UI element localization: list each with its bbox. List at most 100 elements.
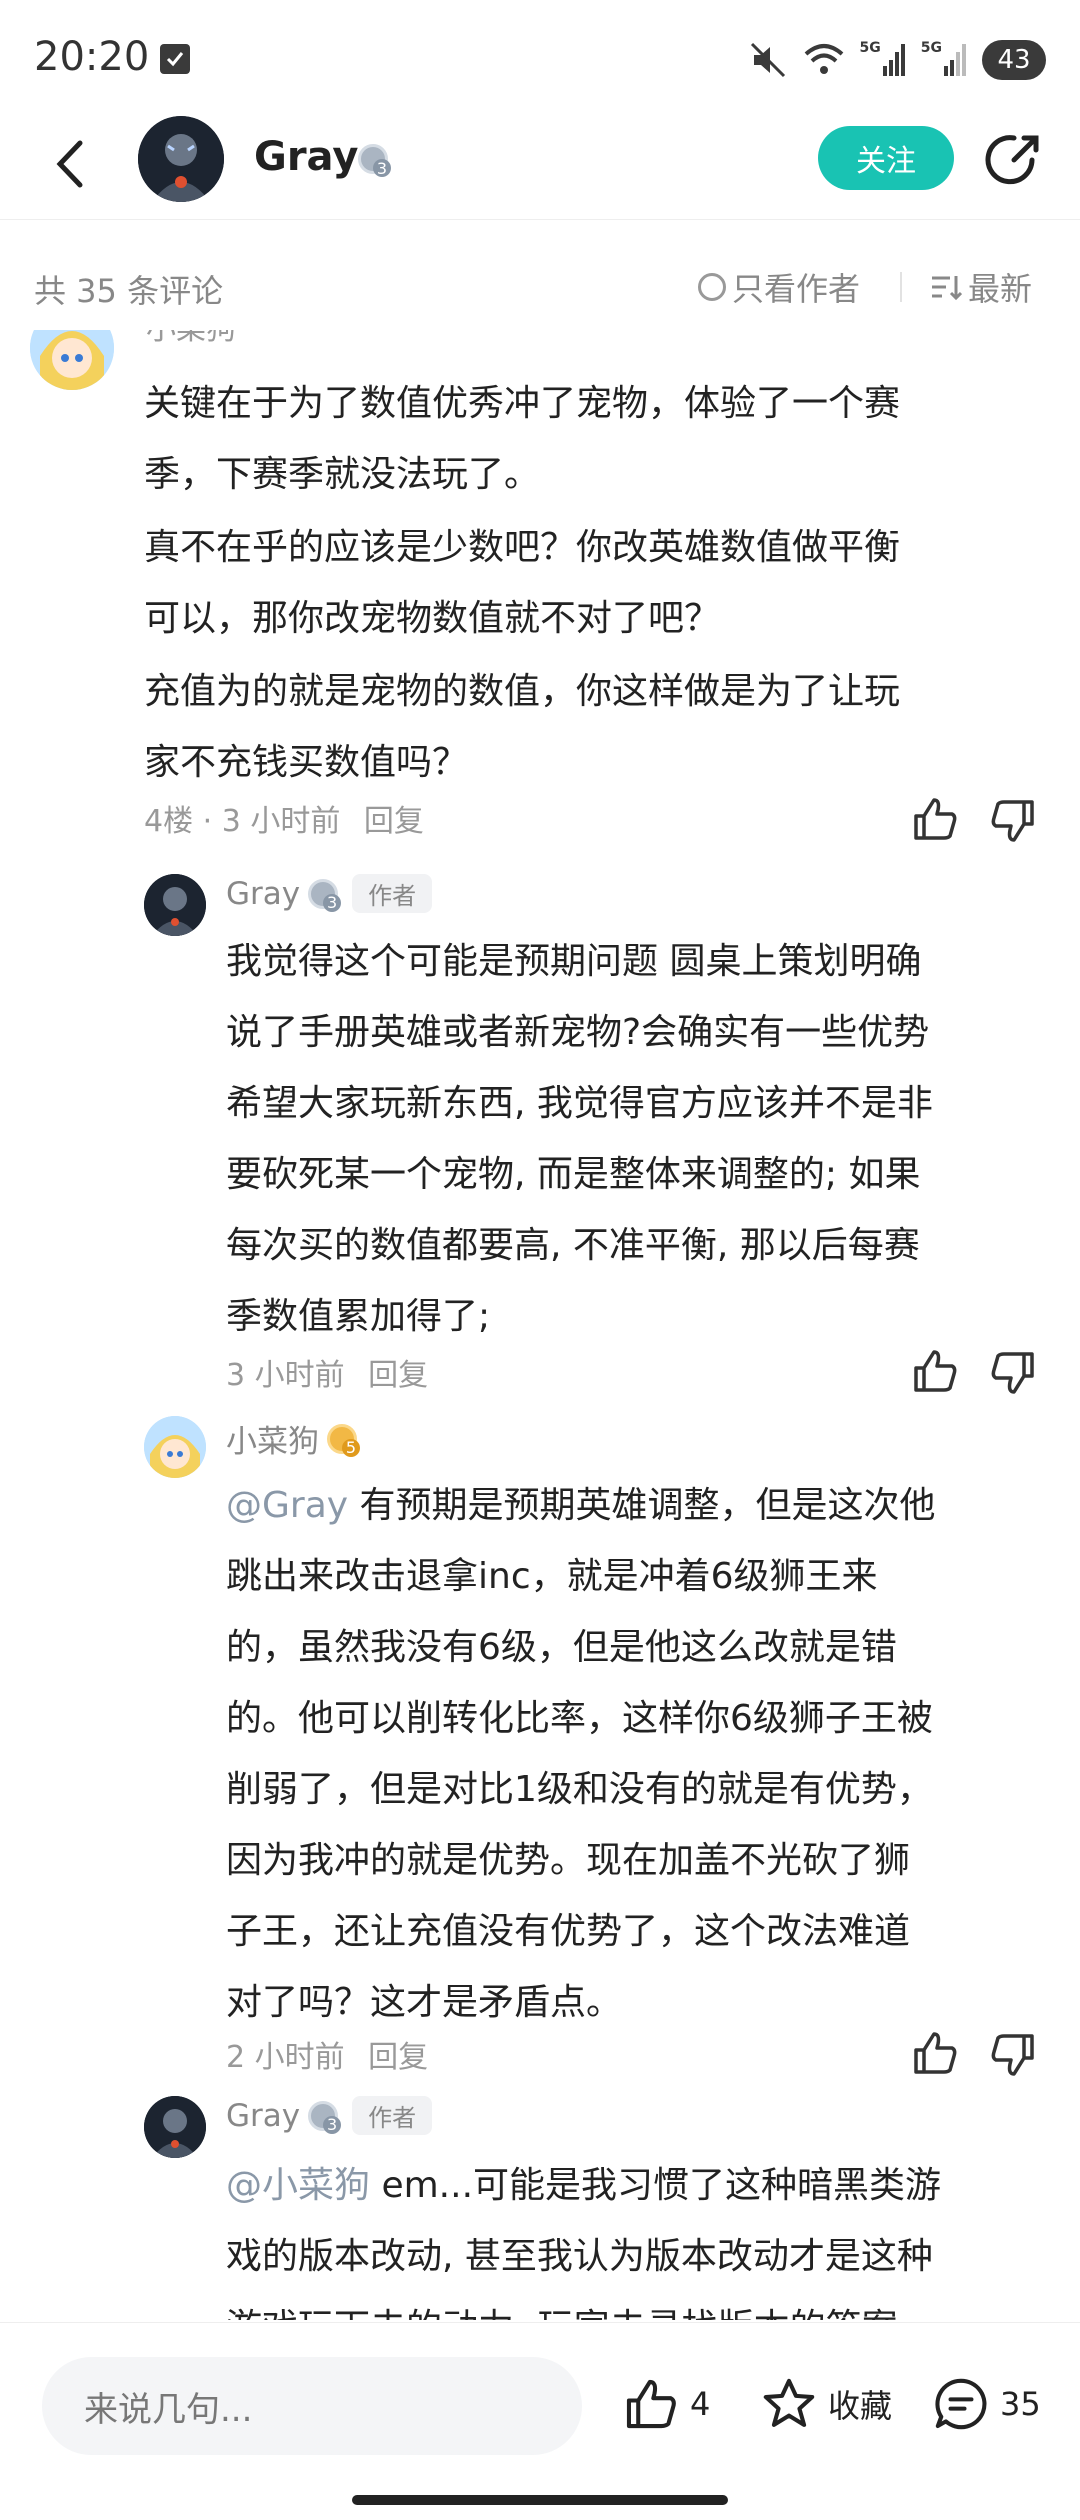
thumbs-down-icon: [991, 2034, 1034, 2076]
comment-list: 小菜狗 关键在于为了数值优秀冲了宠物，体验了一个赛 季，下赛季就没法玩了。 真不…: [0, 330, 1080, 2320]
level-number: 3: [323, 893, 342, 912]
dislike-button[interactable]: [988, 2030, 1038, 2080]
comment-line: 戏的版本改动, 甚至我认为版本改动才是这种: [226, 2236, 933, 2277]
like-button[interactable]: [910, 1346, 960, 1396]
comment-time: 3 小时前: [226, 1358, 345, 1393]
comment-line: 子王，还让充值没有优势了，这个改法难道: [226, 1911, 911, 1952]
comment-line: 要砍死某一个宠物, 而是整体来调整的; 如果: [226, 1154, 921, 1195]
author-only-toggle[interactable]: 只看作者: [698, 264, 860, 310]
mention-link[interactable]: @小菜狗: [226, 2165, 370, 2206]
comment-line: 可以，那你改宠物数值就不对了吧？: [144, 598, 721, 639]
comment-first-line: @Gray 有预期是预期英雄调整，但是这次他: [226, 1470, 1046, 1541]
comment-meta: 3 小时前 回复: [226, 1350, 428, 1394]
level-badge-icon: 3: [358, 144, 391, 178]
comment-line: 关键在于为了数值优秀冲了宠物，体验了一个赛: [144, 383, 901, 424]
chevron-left-icon: [56, 140, 83, 188]
reply-author-row: 小菜狗 5: [226, 1416, 360, 1461]
reply-button[interactable]: 回复: [368, 2040, 428, 2075]
comment-line: 游戏玩下去的动力; 玩家去寻找版本的答案;: [226, 2292, 1046, 2320]
comment-line: 充值为的就是宠物的数值，你这样做是为了让玩: [144, 671, 901, 712]
signal-5g-icon: 5G: [921, 40, 968, 80]
page-header: Gray 3 关注: [0, 110, 1080, 220]
comment-line: 的，虽然我没有6级，但是他这么改就是错: [226, 1627, 897, 1668]
comment-count-badge: 35: [1000, 2385, 1041, 2423]
commenter-avatar[interactable]: [144, 874, 206, 936]
level-number: 3: [373, 159, 391, 178]
thumbs-up-icon: [914, 2032, 957, 2074]
commenter-avatar[interactable]: [144, 2096, 206, 2158]
comment-text: @小菜狗 em...可能是我习惯了这种暗黑类游 戏的版本改动, 甚至我认为版本改…: [226, 2150, 1046, 2320]
comment-line: 有预期是预期英雄调整，但是这次他: [348, 1485, 936, 1526]
like-button[interactable]: [910, 2028, 960, 2078]
level-badge-icon: 3: [308, 2100, 342, 2134]
level-number: 3: [323, 2115, 342, 2134]
comment-line: 希望大家玩新东西, 我觉得官方应该并不是非: [226, 1083, 933, 1124]
reply-author-row: Gray 3 作者: [226, 2096, 433, 2135]
checkbox-notification-icon: [160, 44, 190, 74]
comment-line: 季，下赛季就没法玩了。: [144, 454, 541, 495]
bottom-action-bar: 来说几句... 4 收藏 35: [0, 2322, 1080, 2520]
comment-line: 每次买的数值都要高, 不准平衡, 那以后每赛: [226, 1225, 920, 1266]
author-only-label: 只看作者: [732, 270, 861, 308]
commenter-name[interactable]: 小菜狗: [146, 330, 236, 348]
mention-link[interactable]: @Gray: [226, 1485, 348, 1526]
like-post-button[interactable]: 4: [622, 2375, 710, 2433]
level-badge-icon: 3: [308, 878, 342, 912]
comment-line: 家不充钱买数值吗？: [144, 742, 469, 783]
commenter-avatar[interactable]: [144, 1416, 206, 1478]
like-count: 4: [690, 2385, 711, 2423]
thumbs-down-icon: [991, 800, 1034, 842]
level-badge-icon: 5: [327, 1423, 360, 1457]
commenter-avatar[interactable]: [30, 330, 114, 390]
radio-icon: [698, 273, 726, 301]
comment-filter-bar: 共 35 条评论 只看作者 最新: [0, 250, 1080, 320]
comment-bubble-icon: [935, 2378, 987, 2430]
divider: [900, 272, 902, 302]
author-name[interactable]: Gray: [254, 134, 358, 180]
comment-count: 共 35 条评论: [34, 272, 224, 310]
back-button[interactable]: [40, 134, 100, 194]
comment-text: @Gray 有预期是预期英雄调整，但是这次他 跳出来改击退拿inc，就是冲着6级…: [226, 1470, 1046, 2038]
reply-button[interactable]: 回复: [364, 804, 424, 839]
comment-time: 2 小时前: [226, 2040, 345, 2075]
home-indicator[interactable]: [352, 2495, 728, 2505]
star-icon: [763, 2378, 815, 2427]
like-button[interactable]: [910, 794, 960, 844]
comment-line: 削弱了，但是对比1级和没有的就是有优势，: [226, 1769, 933, 1810]
author-avatar[interactable]: [138, 116, 224, 202]
comment-line: 我觉得这个可能是预期问题 圆桌上策划明确: [226, 941, 922, 982]
wifi-icon: [802, 40, 846, 80]
follow-button[interactable]: 关注: [818, 126, 954, 190]
comment-meta: 2 小时前 回复: [226, 2032, 428, 2076]
signal-5g-icon: 5G: [860, 40, 907, 80]
mute-icon: [748, 40, 788, 80]
comments-button[interactable]: 35: [932, 2375, 1041, 2433]
comment-line: 因为我冲的就是优势。现在加盖不光砍了狮: [226, 1840, 911, 1881]
favorite-button[interactable]: 收藏: [760, 2375, 892, 2433]
dislike-button[interactable]: [988, 796, 1038, 846]
share-icon: [985, 135, 1039, 185]
commenter-name[interactable]: Gray: [226, 876, 300, 912]
commenter-name[interactable]: Gray: [226, 2098, 300, 2134]
comment-line: 真不在乎的应该是少数吧？你改英雄数值做平衡: [144, 527, 901, 568]
sort-icon: [932, 276, 962, 301]
reply-button[interactable]: 回复: [368, 1358, 428, 1393]
thumbs-up-icon: [914, 798, 957, 840]
comment-text: 关键在于为了数值优秀冲了宠物，体验了一个赛 季，下赛季就没法玩了。 真不在乎的应…: [144, 368, 1044, 798]
status-bar: 20:20 5G 5G 43: [0, 0, 1080, 120]
comment-meta: 4楼 · 3 小时前 回复: [144, 796, 424, 840]
share-button[interactable]: [984, 130, 1044, 190]
comment-line: 季数值累加得了;: [226, 1296, 491, 1337]
sort-button[interactable]: 最新: [930, 264, 1032, 310]
comment-line: 说了手册英雄或者新宠物?会确实有一些优势: [226, 1012, 930, 1053]
comment-text: 我觉得这个可能是预期问题 圆桌上策划明确 说了手册英雄或者新宠物?会确实有一些优…: [226, 926, 1046, 1352]
comment-input[interactable]: 来说几句...: [42, 2357, 582, 2455]
comment-line: 的。他可以削转化比率，这样你6级狮子王被: [226, 1698, 933, 1739]
commenter-name[interactable]: 小菜狗: [226, 1416, 319, 1461]
author-tag: 作者: [352, 2096, 433, 2135]
level-number: 5: [342, 1438, 360, 1457]
network-label: 5G: [920, 40, 942, 56]
comment-first-line: @小菜狗 em...可能是我习惯了这种暗黑类游: [226, 2150, 1046, 2221]
dislike-button[interactable]: [988, 1348, 1038, 1398]
battery-indicator: 43: [982, 40, 1046, 80]
